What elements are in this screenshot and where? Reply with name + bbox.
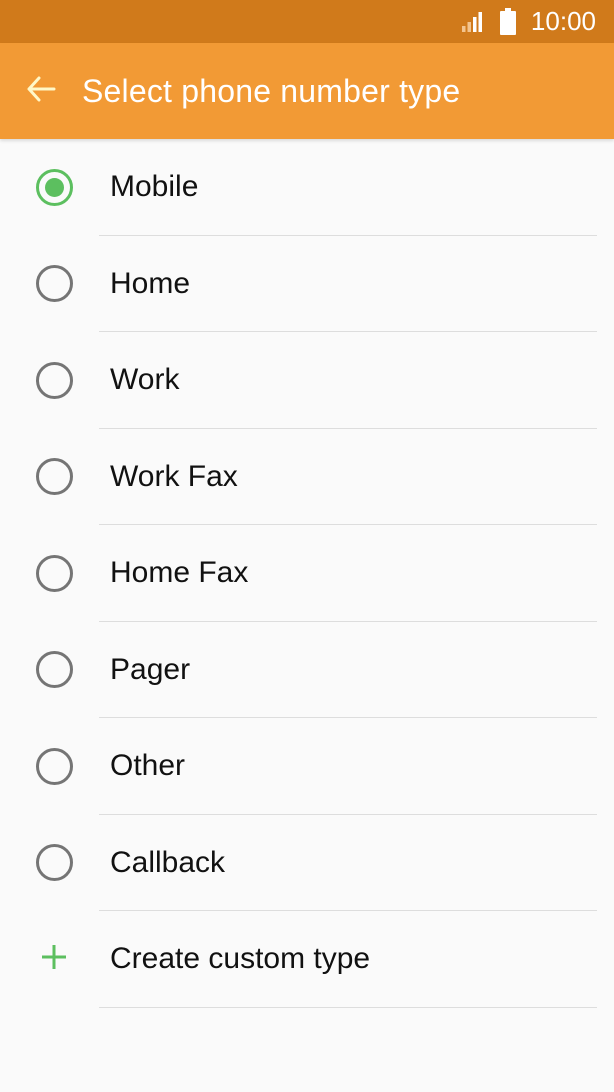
option-label: Mobile (110, 170, 199, 204)
option-label: Work (110, 363, 180, 397)
option-label: Home (110, 266, 191, 300)
option-pager[interactable]: Pager (0, 622, 614, 718)
radio-button[interactable] (35, 361, 73, 399)
battery-icon (499, 7, 517, 36)
option-mobile[interactable]: Mobile (0, 139, 614, 236)
app-bar: Select phone number type (0, 43, 614, 139)
radio-button[interactable] (35, 844, 73, 882)
radio-button[interactable] (35, 554, 73, 592)
status-bar: 10:00 (0, 0, 614, 43)
signal-icon (461, 11, 485, 33)
option-label: Other (110, 749, 186, 783)
radio-button-checked[interactable] (35, 168, 73, 206)
radio-button[interactable] (35, 747, 73, 785)
status-time: 10:00 (530, 6, 596, 36)
page-title: Select phone number type (82, 72, 461, 109)
radio-button[interactable] (35, 458, 73, 496)
option-home[interactable]: Home (0, 236, 614, 332)
option-home-fax[interactable]: Home Fax (0, 525, 614, 622)
back-button[interactable] (0, 43, 82, 139)
plus-icon (41, 944, 67, 975)
phone-type-list: Mobile Home Work Work Fax Home Fax Pager… (0, 139, 614, 1008)
radio-button[interactable] (35, 265, 73, 303)
create-custom-type-label: Create custom type (110, 942, 371, 976)
divider (99, 1006, 597, 1008)
option-callback[interactable]: Callback (0, 815, 614, 911)
option-label: Pager (110, 652, 191, 686)
option-label: Callback (110, 845, 226, 879)
radio-button[interactable] (35, 651, 73, 689)
create-custom-type-button[interactable]: Create custom type (0, 911, 614, 1008)
option-work[interactable]: Work (0, 332, 614, 429)
option-label: Work Fax (110, 459, 238, 493)
option-label: Home Fax (110, 556, 249, 590)
arrow-left-icon (26, 76, 56, 107)
option-other[interactable]: Other (0, 718, 614, 815)
option-work-fax[interactable]: Work Fax (0, 429, 614, 525)
